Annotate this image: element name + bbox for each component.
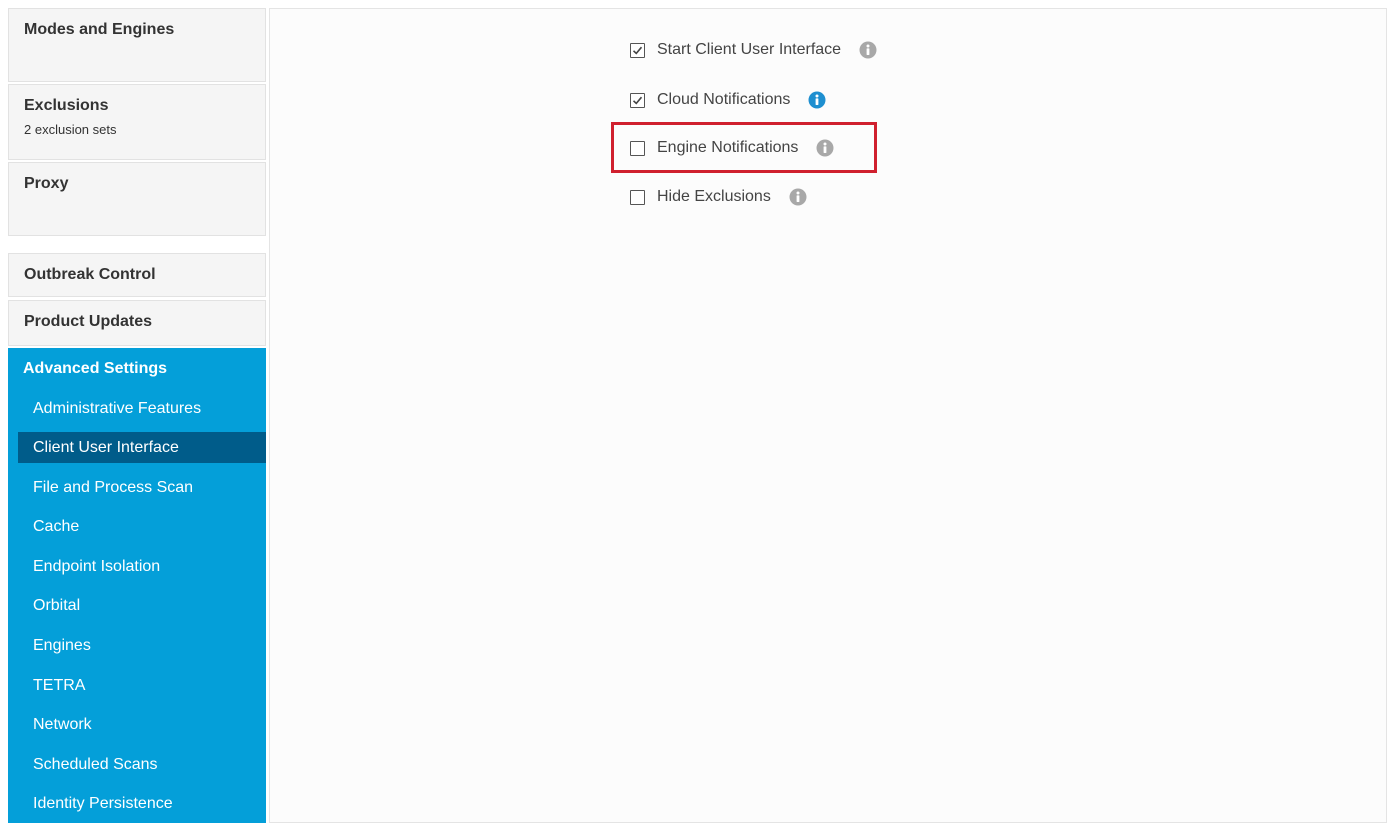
option-label[interactable]: Engine Notifications: [657, 139, 798, 157]
sidebar-subitem-client-user-interface[interactable]: Client User Interface: [18, 432, 266, 463]
sidebar: Modes and Engines Exclusions 2 exclusion…: [8, 8, 266, 823]
sidebar-item-outbreak-control[interactable]: Outbreak Control: [8, 253, 266, 297]
option-label[interactable]: Start Client User Interface: [657, 41, 841, 59]
sidebar-item-exclusions[interactable]: Exclusions 2 exclusion sets: [8, 84, 266, 160]
sidebar-subitem-tetra[interactable]: TETRA: [18, 670, 266, 701]
sidebar-subitem-cache[interactable]: Cache: [18, 511, 266, 542]
hide-exclusions-checkbox[interactable]: [630, 189, 645, 205]
sidebar-subitem-identity-persistence[interactable]: Identity Persistence: [18, 788, 266, 819]
option-label[interactable]: Cloud Notifications: [657, 91, 790, 109]
cloud-notifications-checkbox[interactable]: [630, 92, 645, 108]
option-hide-exclusions: Hide Exclusions: [630, 186, 807, 208]
info-icon[interactable]: [859, 41, 877, 59]
settings-panel: Start Client User Interface Cloud Notifi…: [269, 8, 1387, 823]
sidebar-subitem-engines[interactable]: Engines: [18, 630, 266, 661]
option-engine-notifications: Engine Notifications: [630, 137, 834, 159]
sidebar-subitem-network[interactable]: Network: [18, 709, 266, 740]
sidebar-item-product-updates[interactable]: Product Updates: [8, 300, 266, 346]
sidebar-item-subtitle: 2 exclusion sets: [24, 122, 117, 137]
engine-notifications-checkbox[interactable]: [630, 140, 645, 156]
policy-editor: Modes and Engines Exclusions 2 exclusion…: [0, 0, 1393, 823]
option-start-client-user-interface: Start Client User Interface: [630, 39, 877, 61]
sidebar-item-label: Proxy: [24, 175, 69, 192]
start-client-user-interface-checkbox[interactable]: [630, 42, 645, 58]
sidebar-section-title[interactable]: Advanced Settings: [23, 360, 167, 378]
sidebar-item-label: Exclusions: [24, 97, 109, 114]
info-icon[interactable]: [816, 139, 834, 157]
sidebar-item-modes-and-engines[interactable]: Modes and Engines: [8, 8, 266, 82]
sidebar-subitem-orbital[interactable]: Orbital: [18, 590, 266, 621]
sidebar-subitem-file-and-process-scan[interactable]: File and Process Scan: [18, 472, 266, 503]
sidebar-subitem-endpoint-isolation[interactable]: Endpoint Isolation: [18, 551, 266, 582]
sidebar-section-advanced-settings: Advanced Settings Administrative Feature…: [8, 348, 266, 823]
info-icon[interactable]: [808, 91, 826, 109]
option-cloud-notifications: Cloud Notifications: [630, 89, 826, 111]
info-icon[interactable]: [789, 188, 807, 206]
sidebar-subitem-administrative-features[interactable]: Administrative Features: [18, 393, 266, 424]
checkmark-icon: [632, 46, 643, 55]
sidebar-item-label: Modes and Engines: [24, 21, 175, 38]
option-label[interactable]: Hide Exclusions: [657, 188, 771, 206]
sidebar-item-proxy[interactable]: Proxy: [8, 162, 266, 236]
sidebar-subitem-scheduled-scans[interactable]: Scheduled Scans: [18, 749, 266, 780]
checkmark-icon: [632, 96, 643, 105]
sidebar-item-label: Product Updates: [24, 313, 153, 330]
sidebar-item-label: Outbreak Control: [24, 266, 156, 283]
